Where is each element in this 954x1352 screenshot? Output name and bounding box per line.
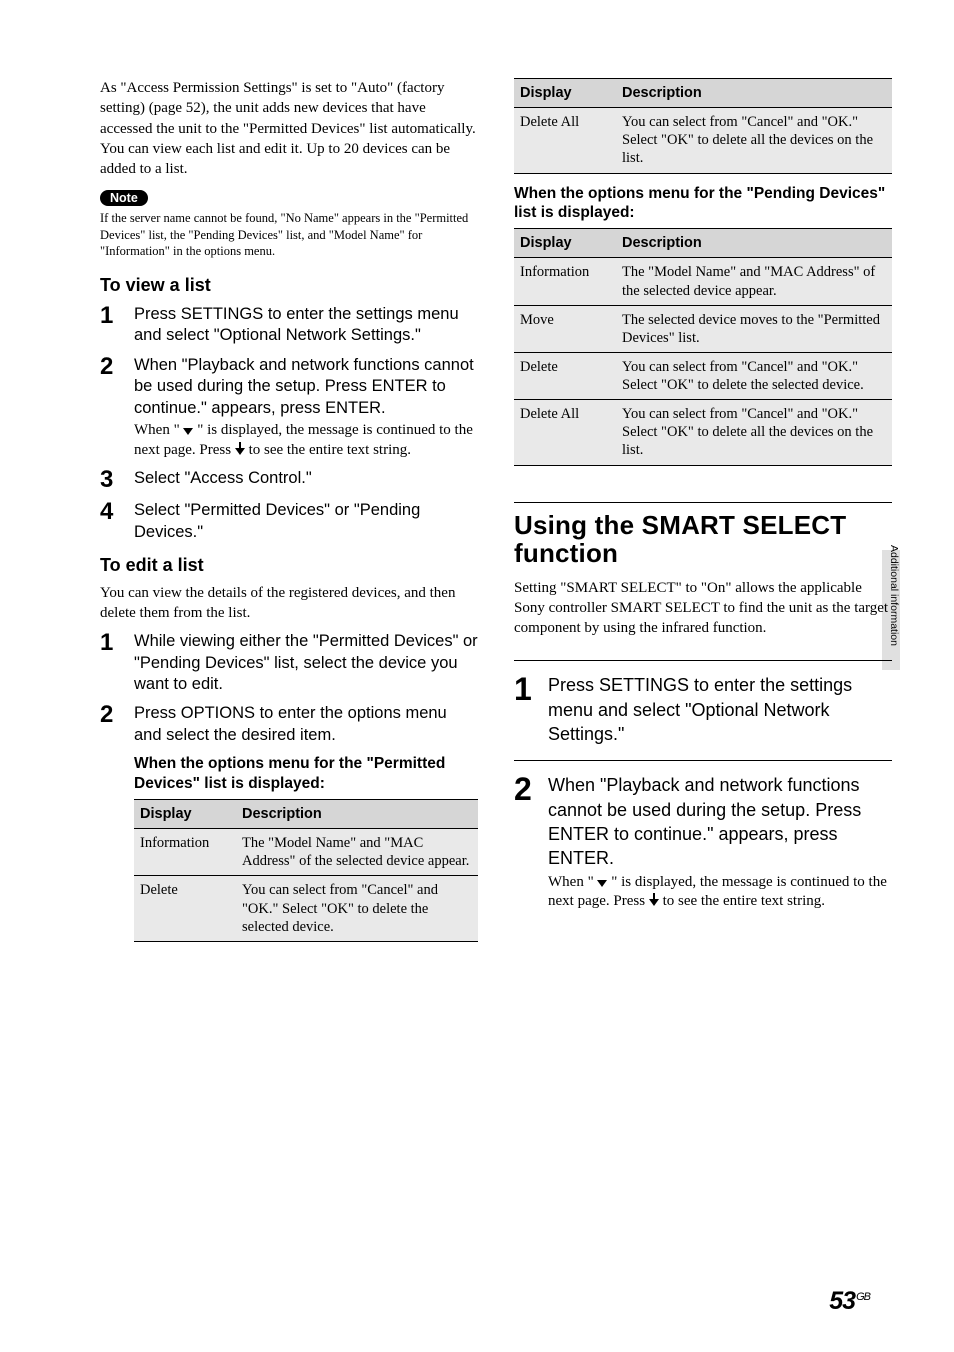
col-description: Description — [236, 800, 478, 829]
col-display: Display — [514, 79, 616, 108]
step-text: When "Playback and network functions can… — [134, 355, 478, 419]
cell-display: Delete All — [514, 108, 616, 173]
side-tab-label: Additional information — [880, 520, 900, 670]
step-text: Press OPTIONS to enter the options menu … — [134, 703, 478, 746]
step-text: While viewing either the "Permitted Devi… — [134, 631, 478, 695]
step-number: 2 — [100, 703, 120, 746]
down-arrow-icon — [649, 893, 659, 907]
cell-display: Information — [514, 258, 616, 305]
down-triangle-icon — [183, 428, 193, 435]
step-text: Select "Permitted Devices" or "Pending D… — [134, 500, 478, 543]
cell-description: You can select from "Cancel" and "OK." S… — [236, 876, 478, 941]
smart-step-1: 1 Press SETTINGS to enter the settings m… — [514, 673, 892, 746]
view-step-3: 3 Select "Access Control." — [100, 468, 478, 492]
table-row: Move The selected device moves to the "P… — [514, 305, 892, 352]
col-description: Description — [616, 79, 892, 108]
note-text: If the server name cannot be found, "No … — [100, 210, 478, 259]
col-display: Display — [514, 229, 616, 258]
page-number: 53GB — [829, 1287, 870, 1316]
cell-description: You can select from "Cancel" and "OK." S… — [616, 352, 892, 399]
col-display: Display — [134, 800, 236, 829]
table-row: Delete You can select from "Cancel" and … — [514, 352, 892, 399]
table-row: Delete All You can select from "Cancel" … — [514, 108, 892, 173]
step-number: 2 — [514, 773, 534, 911]
table-header-row: Display Description — [514, 79, 892, 108]
cell-description: The "Model Name" and "MAC Address" of th… — [236, 829, 478, 876]
cell-display: Move — [514, 305, 616, 352]
note-badge: Note — [100, 190, 148, 206]
heading-edit-list: To edit a list — [100, 555, 478, 576]
edit-intro: You can view the details of the register… — [100, 584, 478, 623]
permitted-options-table: Display Description Information The "Mod… — [134, 799, 478, 942]
table-row: Delete You can select from "Cancel" and … — [134, 876, 478, 941]
heading-view-list: To view a list — [100, 275, 478, 296]
step-text: Select "Access Control." — [134, 468, 478, 489]
intro-paragraph: As "Access Permission Settings" is set t… — [100, 78, 478, 179]
smart-select-intro: Setting "SMART SELECT" to "On" allows th… — [514, 578, 892, 639]
step-detail: When " " is displayed, the message is co… — [548, 873, 892, 912]
table-row: Information The "Model Name" and "MAC Ad… — [514, 258, 892, 305]
col-description: Description — [616, 229, 892, 258]
cell-display: Delete — [514, 352, 616, 399]
cell-description: The selected device moves to the "Permit… — [616, 305, 892, 352]
step-number: 1 — [100, 631, 120, 695]
step-number: 4 — [100, 500, 120, 543]
cell-description: The "Model Name" and "MAC Address" of th… — [616, 258, 892, 305]
step-text: Press SETTINGS to enter the settings men… — [134, 304, 478, 347]
edit-step-1: 1 While viewing either the "Permitted De… — [100, 631, 478, 695]
pending-options-table: Display Description Information The "Mod… — [514, 228, 892, 465]
table-caption-permitted: When the options menu for the "Permitted… — [134, 754, 478, 793]
cell-description: You can select from "Cancel" and "OK." S… — [616, 108, 892, 173]
table-header-row: Display Description — [514, 229, 892, 258]
down-arrow-icon — [235, 442, 245, 456]
step-number: 3 — [100, 468, 120, 492]
smart-step-2: 2 When "Playback and network functions c… — [514, 773, 892, 911]
cell-display: Information — [134, 829, 236, 876]
permitted-options-table-continued: Display Description Delete All You can s… — [514, 78, 892, 174]
edit-step-2: 2 Press OPTIONS to enter the options men… — [100, 703, 478, 746]
step-text: Press SETTINGS to enter the settings men… — [548, 673, 892, 746]
step-number: 1 — [514, 673, 534, 746]
view-step-4: 4 Select "Permitted Devices" or "Pending… — [100, 500, 478, 543]
view-step-1: 1 Press SETTINGS to enter the settings m… — [100, 304, 478, 347]
view-step-2: 2 When "Playback and network functions c… — [100, 355, 478, 460]
cell-display: Delete — [134, 876, 236, 941]
table-row: Delete All You can select from "Cancel" … — [514, 400, 892, 465]
left-column: As "Access Permission Settings" is set t… — [100, 78, 478, 948]
step-number: 2 — [100, 355, 120, 460]
step-text: When "Playback and network functions can… — [548, 773, 892, 870]
step-number: 1 — [100, 304, 120, 347]
right-column: Display Description Delete All You can s… — [514, 78, 892, 948]
step-divider — [514, 660, 892, 661]
down-triangle-icon — [597, 880, 607, 887]
table-caption-pending: When the options menu for the "Pending D… — [514, 184, 892, 223]
table-row: Information The "Model Name" and "MAC Ad… — [134, 829, 478, 876]
step-divider — [514, 760, 892, 761]
heading-smart-select: Using the SMART SELECT function — [514, 511, 892, 568]
step-detail: When " " is displayed, the message is co… — [134, 421, 478, 460]
cell-description: You can select from "Cancel" and "OK." S… — [616, 400, 892, 465]
table-header-row: Display Description — [134, 800, 478, 829]
cell-display: Delete All — [514, 400, 616, 465]
section-divider — [514, 502, 892, 503]
